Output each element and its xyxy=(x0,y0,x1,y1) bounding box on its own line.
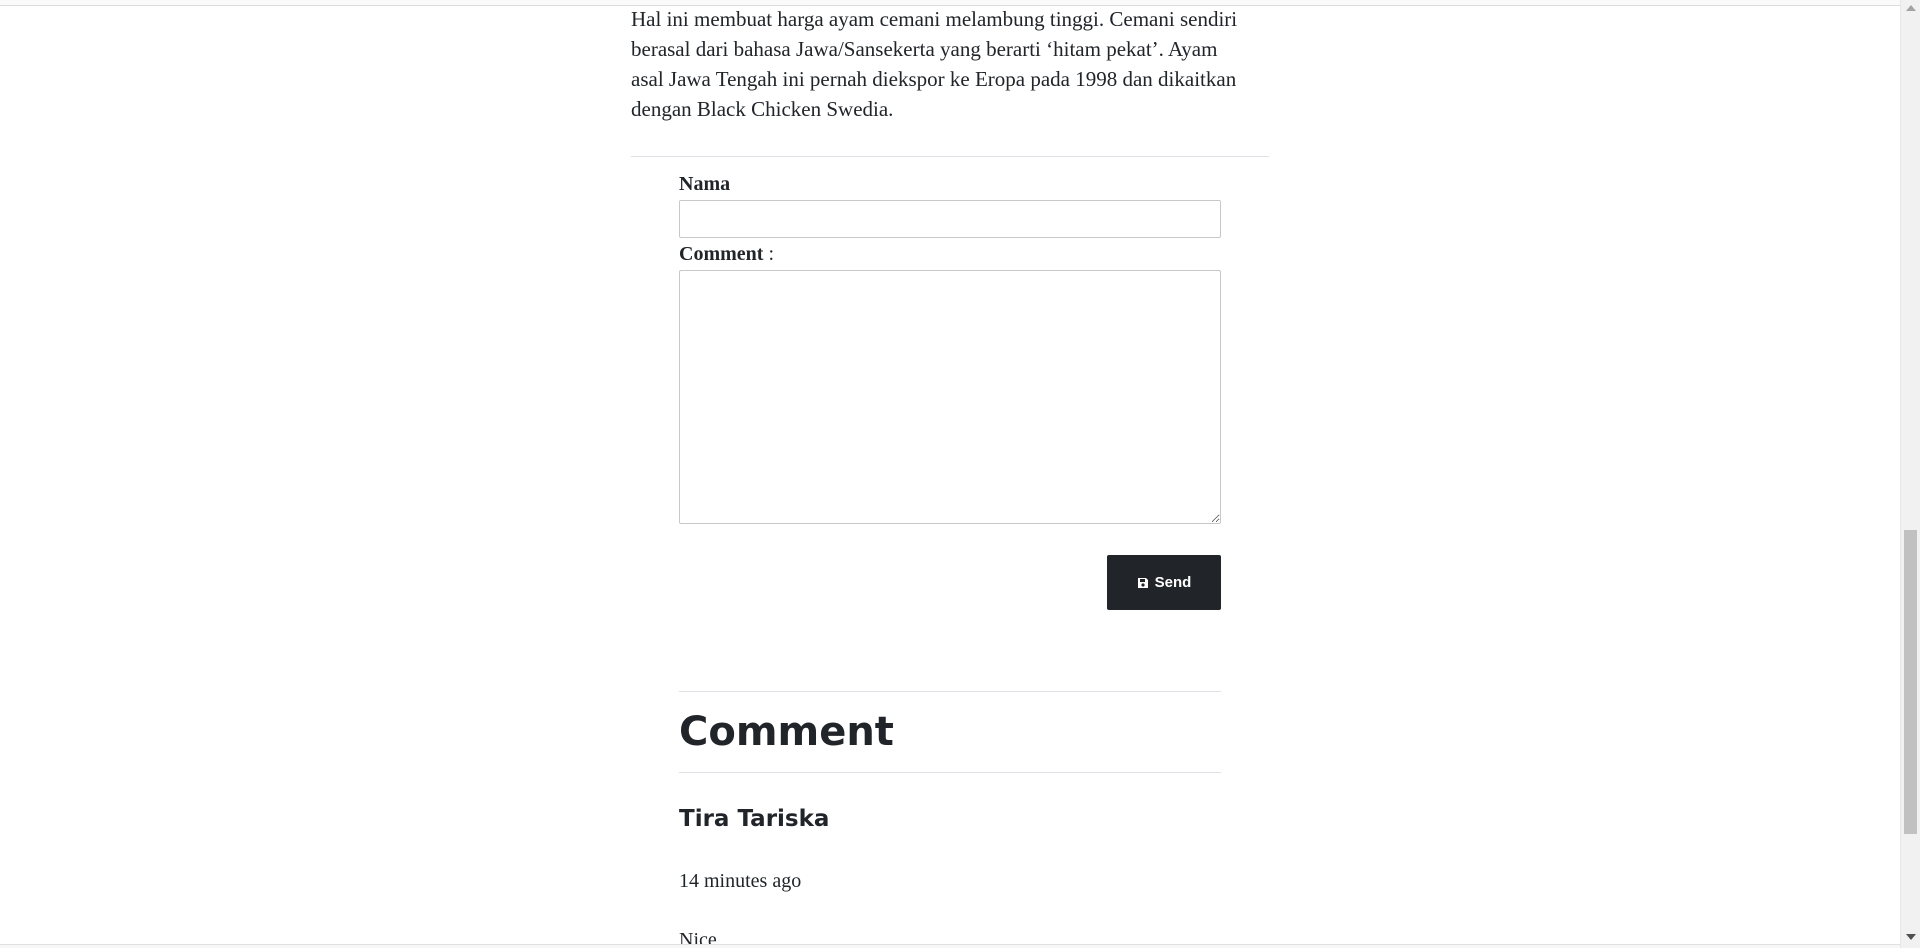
floppy-disk-icon xyxy=(1137,577,1148,588)
article-divider xyxy=(631,156,1269,157)
scroll-thumb[interactable] xyxy=(1904,530,1917,834)
comments-top-divider xyxy=(679,691,1221,692)
scroll-up-arrow-icon[interactable] xyxy=(1906,5,1916,11)
vertical-scrollbar[interactable] xyxy=(1900,0,1920,948)
send-button[interactable]: Send xyxy=(1107,555,1221,610)
comments-bottom-divider xyxy=(679,772,1221,773)
comment-label-text: Comment xyxy=(679,243,764,265)
page: Hal ini membuat harga ayam cemani melamb… xyxy=(0,0,1900,948)
comment-author: Tira Tariska xyxy=(679,806,830,832)
article-paragraph: Hal ini membuat harga ayam cemani melamb… xyxy=(631,7,1238,121)
send-button-label: Send xyxy=(1154,574,1192,591)
comment-form: Nama Comment : xyxy=(679,172,1221,524)
comments-heading: Comment xyxy=(679,709,894,755)
comment-label-colon: : xyxy=(763,243,774,265)
name-label: Nama xyxy=(679,173,731,195)
comment-textarea[interactable] xyxy=(679,270,1221,524)
comment-label: Comment : xyxy=(679,242,1221,266)
bottom-edge xyxy=(0,944,1900,948)
comment-timestamp: 14 minutes ago xyxy=(679,870,802,892)
name-input[interactable] xyxy=(679,200,1221,238)
scroll-down-arrow-icon[interactable] xyxy=(1906,934,1916,940)
